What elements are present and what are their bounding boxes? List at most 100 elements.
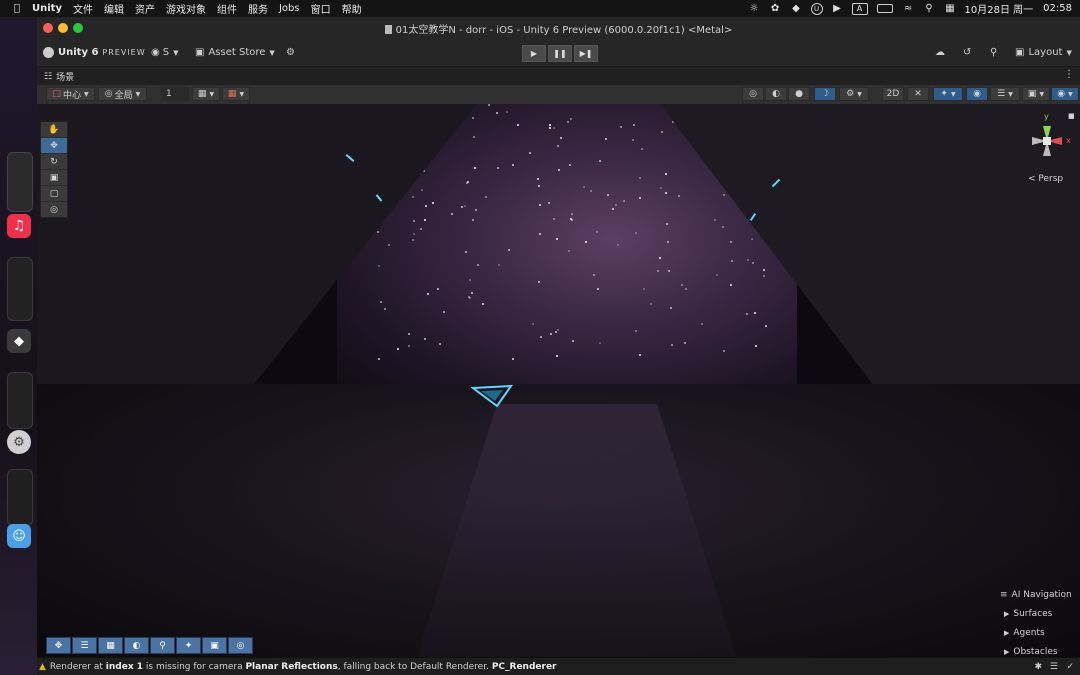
grid-visibility-toggle[interactable]: ▦ ▼ [222, 87, 250, 101]
effects-dropdown[interactable]: ✦ ▼ [933, 87, 963, 101]
menu-assets[interactable]: 资产 [135, 1, 155, 16]
play-circle-icon[interactable]: ▶ [831, 2, 844, 15]
u-circle-icon[interactable]: U [810, 2, 823, 15]
hand-tool-button[interactable]: ✋ [41, 122, 67, 138]
menu-jobs[interactable]: Jobs [279, 3, 300, 14]
render-mode-dropdown[interactable]: ⚙ ▼ [839, 87, 869, 101]
dock-window-thumbnail-4[interactable] [7, 469, 33, 526]
align-button[interactable]: ☰ [72, 637, 97, 654]
menu-component[interactable]: 组件 [217, 1, 237, 16]
menu-edit[interactable]: 编辑 [104, 1, 124, 16]
2d-toggle[interactable]: 2D [882, 87, 904, 101]
menu-app-name[interactable]: Unity [32, 3, 62, 14]
menubar-date[interactable]: 10月28日 周一 [965, 1, 1034, 16]
scene-orientation-gizmo[interactable]: y x ■ < Persp [1022, 112, 1075, 186]
window-title: 01太空教学N - dorr - iOS - Unity 6 Preview (… [37, 21, 1080, 36]
input-source-icon[interactable]: A [851, 2, 868, 15]
transform-tool-button[interactable]: ◎ [41, 202, 67, 217]
dock-window-thumbnail-2[interactable] [7, 257, 33, 321]
shaded-button[interactable]: ● [788, 87, 810, 101]
status-text-2: is missing for camera [143, 662, 246, 672]
tab-scene[interactable]: ☷ 场景 [44, 70, 74, 84]
menu-help[interactable]: 帮助 [342, 1, 362, 16]
chatgpt-icon[interactable]: ✿ [769, 2, 782, 15]
ai-navigation-title[interactable]: ≡ AI Navigation [1000, 585, 1080, 604]
pivot-dropdown[interactable]: □ 中心 ▼ [46, 87, 95, 101]
cloud-button[interactable]: ☁ [935, 45, 945, 60]
surfaces-label: Surfaces [1013, 608, 1053, 619]
glowing-unity-logo[interactable] [471, 384, 513, 408]
star [531, 322, 534, 325]
transform-tools-panel: ✋ ✥ ↻ ▣ ▢ ◎ [40, 121, 68, 218]
history-button[interactable]: ↺ [963, 45, 971, 60]
layers-icon[interactable]: ☰ [1050, 662, 1058, 672]
persp-label[interactable]: < Persp [1028, 174, 1063, 184]
menubar-time[interactable]: 02:58 [1043, 3, 1072, 14]
space-dropdown[interactable]: ◎ 全局 ▼ [98, 87, 147, 101]
obstacles-item[interactable]: ▶ Obstacles [1004, 642, 1080, 657]
status-bar[interactable]: ▲ Renderer at index 1 is missing for cam… [37, 657, 1080, 675]
tab-options-button[interactable]: ⋮ [1064, 69, 1074, 80]
control-center-icon[interactable]: ▦ [944, 2, 957, 15]
step-button[interactable]: ▶❚ [574, 45, 598, 62]
search-icon[interactable]: ⚲ [923, 2, 936, 15]
camera-dropdown[interactable]: ▣ ▼ [1022, 87, 1050, 101]
unlit-shading-button[interactable]: ☽ [814, 87, 836, 101]
move-tool-button[interactable]: ✥ [41, 138, 67, 154]
finder-app-icon[interactable]: ☺ [7, 524, 31, 548]
unity-hub-icon[interactable]: ◆ [790, 2, 803, 15]
menu-gameobject[interactable]: 游戏对象 [166, 1, 206, 16]
scene-viewport[interactable]: ✋ ✥ ↻ ▣ ▢ ◎ y x ■ < Persp ≡ AI Navigation… [37, 104, 1080, 657]
check-icon[interactable]: ✓ [1066, 662, 1074, 672]
status-camera: Planar Reflections [245, 662, 338, 672]
gizmo-x-label: x [1066, 136, 1071, 145]
scene-visibility-toggle[interactable]: ◉ [966, 87, 988, 101]
grid-button[interactable]: ▦ [98, 637, 123, 654]
star [595, 230, 598, 233]
settings-gear-button[interactable]: ⚙ [286, 45, 295, 60]
dock-app-window-thumbnail[interactable] [7, 152, 33, 212]
bug-icon[interactable]: ✱ [1034, 662, 1042, 672]
ai-navigation-overlay: ≡ AI Navigation ▶ Surfaces ▶ Agents ▶ Obstac… [1000, 585, 1080, 657]
gizmo-y-label: y [1044, 112, 1049, 121]
scale-tool-button[interactable]: ▣ [41, 170, 67, 186]
agents-item[interactable]: ▶ Agents [1004, 623, 1080, 642]
grid-snap-toggle[interactable]: ▦ ▼ [192, 87, 220, 101]
surfaces-item[interactable]: ▶ Surfaces [1004, 604, 1080, 623]
unity-brand[interactable]: Unity 6 PREVIEW [43, 45, 146, 60]
pause-button[interactable]: ❚❚ [548, 45, 572, 62]
menu-window[interactable]: 窗口 [311, 1, 331, 16]
account-dropdown[interactable]: ◉ S ▼ [151, 45, 178, 60]
rect-tool-button[interactable]: ▢ [41, 186, 67, 202]
camera-button[interactable]: ▣ [202, 637, 227, 654]
dock-window-thumbnail-3[interactable] [7, 372, 33, 429]
menu-services[interactable]: 服务 [248, 1, 268, 16]
grid-snap-value-input[interactable]: 1 [161, 87, 189, 101]
layers-dropdown[interactable]: ☰ ▼ [990, 87, 1020, 101]
lighting-button[interactable]: ◐ [124, 637, 149, 654]
move-snap-button[interactable]: ✥ [46, 637, 71, 654]
asset-store-dropdown[interactable]: ▣ Asset Store ▼ [195, 45, 275, 60]
compass-button[interactable]: ◎ [228, 637, 253, 654]
settings-app-icon[interactable]: ⚙ [7, 430, 31, 454]
brightness-icon[interactable]: ☼ [748, 2, 761, 15]
search-button[interactable]: ⚲ [990, 45, 997, 60]
gizmos-dropdown[interactable]: ◉ ▼ [1051, 87, 1079, 101]
unity-app-icon[interactable]: ◆ [7, 329, 31, 353]
play-button[interactable]: ▶ [522, 45, 546, 62]
battery-icon[interactable] [876, 2, 894, 15]
music-app-icon[interactable]: ♫ [7, 214, 31, 238]
rotate-tool-button[interactable]: ↻ [41, 154, 67, 170]
layout-dropdown[interactable]: ▣ Layout ▼ [1015, 45, 1072, 60]
wifi-icon[interactable]: ≈ [902, 2, 915, 15]
apple-icon[interactable]:  [14, 3, 20, 14]
lock-icon[interactable]: ■ [1068, 112, 1075, 120]
pivot-label: 中心 [62, 90, 81, 101]
star [487, 104, 490, 106]
pivot-button[interactable]: ✦ [176, 637, 201, 654]
shaded-wireframe-button[interactable]: ◐ [765, 87, 787, 101]
menu-file[interactable]: 文件 [73, 1, 93, 16]
zoom-button[interactable]: ⚲ [150, 637, 175, 654]
lighting-toggle[interactable]: ✕ [907, 87, 929, 101]
wireframe-shading-button[interactable]: ◎ [742, 87, 764, 101]
